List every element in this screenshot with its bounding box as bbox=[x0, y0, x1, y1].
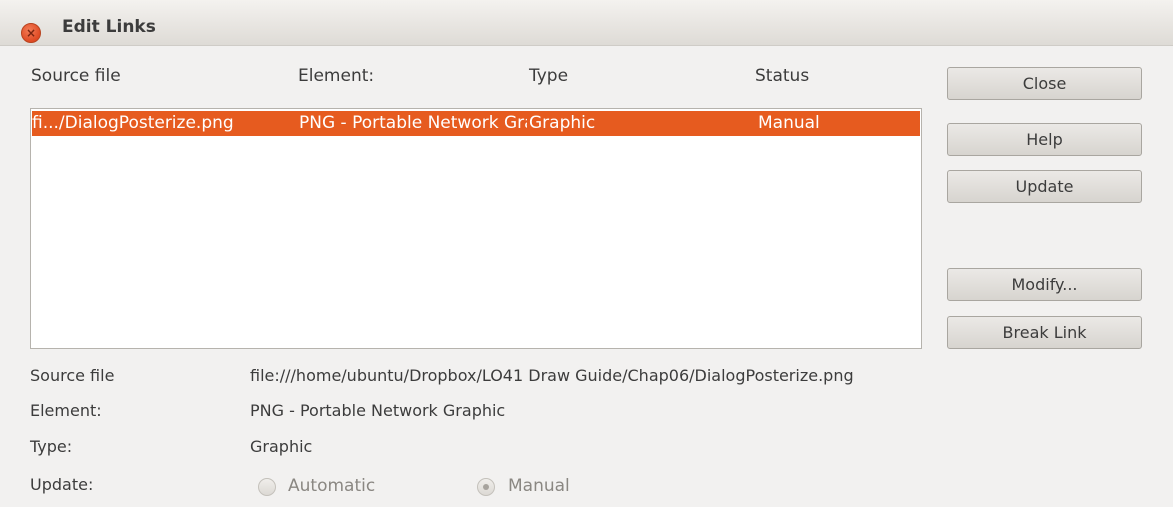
column-header-type: Type bbox=[529, 66, 569, 86]
close-button-label: Close bbox=[1022, 74, 1067, 93]
link-element-cell: PNG - Portable Network Graphic bbox=[299, 113, 527, 133]
source-file-value: file:///home/ubuntu/Dropbox/LO41 Draw Gu… bbox=[250, 366, 854, 385]
element-value: PNG - Portable Network Graphic bbox=[250, 401, 506, 420]
automatic-radio[interactable] bbox=[258, 478, 276, 496]
edit-links-dialog: × Edit Links Source file Element: Type S… bbox=[0, 0, 1173, 507]
link-source-cell: fi.../DialogPosterize.png bbox=[32, 113, 234, 133]
window-close-icon[interactable]: × bbox=[21, 23, 41, 43]
title-bar: × Edit Links bbox=[0, 0, 1173, 46]
link-row[interactable]: fi.../DialogPosterize.png PNG - Portable… bbox=[32, 111, 920, 136]
type-value: Graphic bbox=[250, 437, 313, 456]
link-status-cell: Manual bbox=[758, 113, 820, 133]
modify-button-label: Modify... bbox=[1011, 275, 1078, 294]
update-button-label: Update bbox=[1015, 177, 1074, 196]
close-button[interactable]: Close bbox=[947, 67, 1142, 100]
link-type-cell: Graphic bbox=[529, 113, 596, 133]
help-button-label: Help bbox=[1026, 130, 1063, 149]
automatic-radio-label[interactable]: Automatic bbox=[288, 476, 375, 496]
manual-radio-label[interactable]: Manual bbox=[508, 476, 570, 496]
links-list[interactable]: fi.../DialogPosterize.png PNG - Portable… bbox=[30, 108, 922, 349]
column-header-element: Element: bbox=[298, 66, 375, 86]
break-link-button-label: Break Link bbox=[1002, 323, 1087, 342]
element-label: Element: bbox=[30, 401, 102, 420]
column-header-source-file: Source file bbox=[31, 66, 121, 86]
source-file-label: Source file bbox=[30, 366, 115, 385]
column-header-status: Status bbox=[755, 66, 810, 86]
type-label: Type: bbox=[30, 437, 73, 456]
manual-radio[interactable] bbox=[477, 478, 495, 496]
break-link-button[interactable]: Break Link bbox=[947, 316, 1142, 349]
update-button[interactable]: Update bbox=[947, 170, 1142, 203]
update-label: Update: bbox=[30, 475, 94, 494]
dialog-title: Edit Links bbox=[62, 17, 156, 37]
help-button[interactable]: Help bbox=[947, 123, 1142, 156]
modify-button[interactable]: Modify... bbox=[947, 268, 1142, 301]
